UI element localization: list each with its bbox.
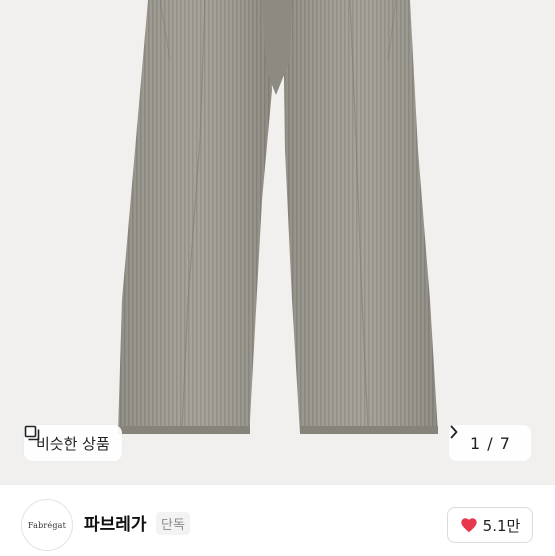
similar-products-label: 비슷한 상품: [36, 434, 110, 453]
exclusive-badge: 단독: [156, 512, 190, 535]
similar-products-icon: [24, 425, 40, 441]
image-pager[interactable]: 1 / 7: [449, 425, 531, 461]
like-count: 5.1만: [482, 516, 521, 535]
page-total: 7: [499, 433, 510, 453]
store-name[interactable]: 파브레가: [84, 510, 147, 535]
product-image: [118, 0, 438, 434]
store-logo-text: Fabrégat: [27, 520, 67, 530]
chevron-right-icon[interactable]: [449, 425, 459, 439]
product-image-gallery[interactable]: 비슷한 상품 1 / 7: [0, 0, 555, 484]
page-current: 1: [470, 433, 481, 453]
store-logo[interactable]: Fabrégat: [21, 499, 73, 551]
heart-icon: [461, 518, 477, 533]
store-bar: Fabrégat 파브레가 단독 5.1만: [0, 484, 555, 556]
page-indicator: 1 / 7: [470, 434, 510, 453]
similar-products-button[interactable]: 비슷한 상품: [24, 425, 122, 461]
like-button[interactable]: 5.1만: [447, 507, 533, 543]
page-separator: /: [487, 433, 493, 453]
